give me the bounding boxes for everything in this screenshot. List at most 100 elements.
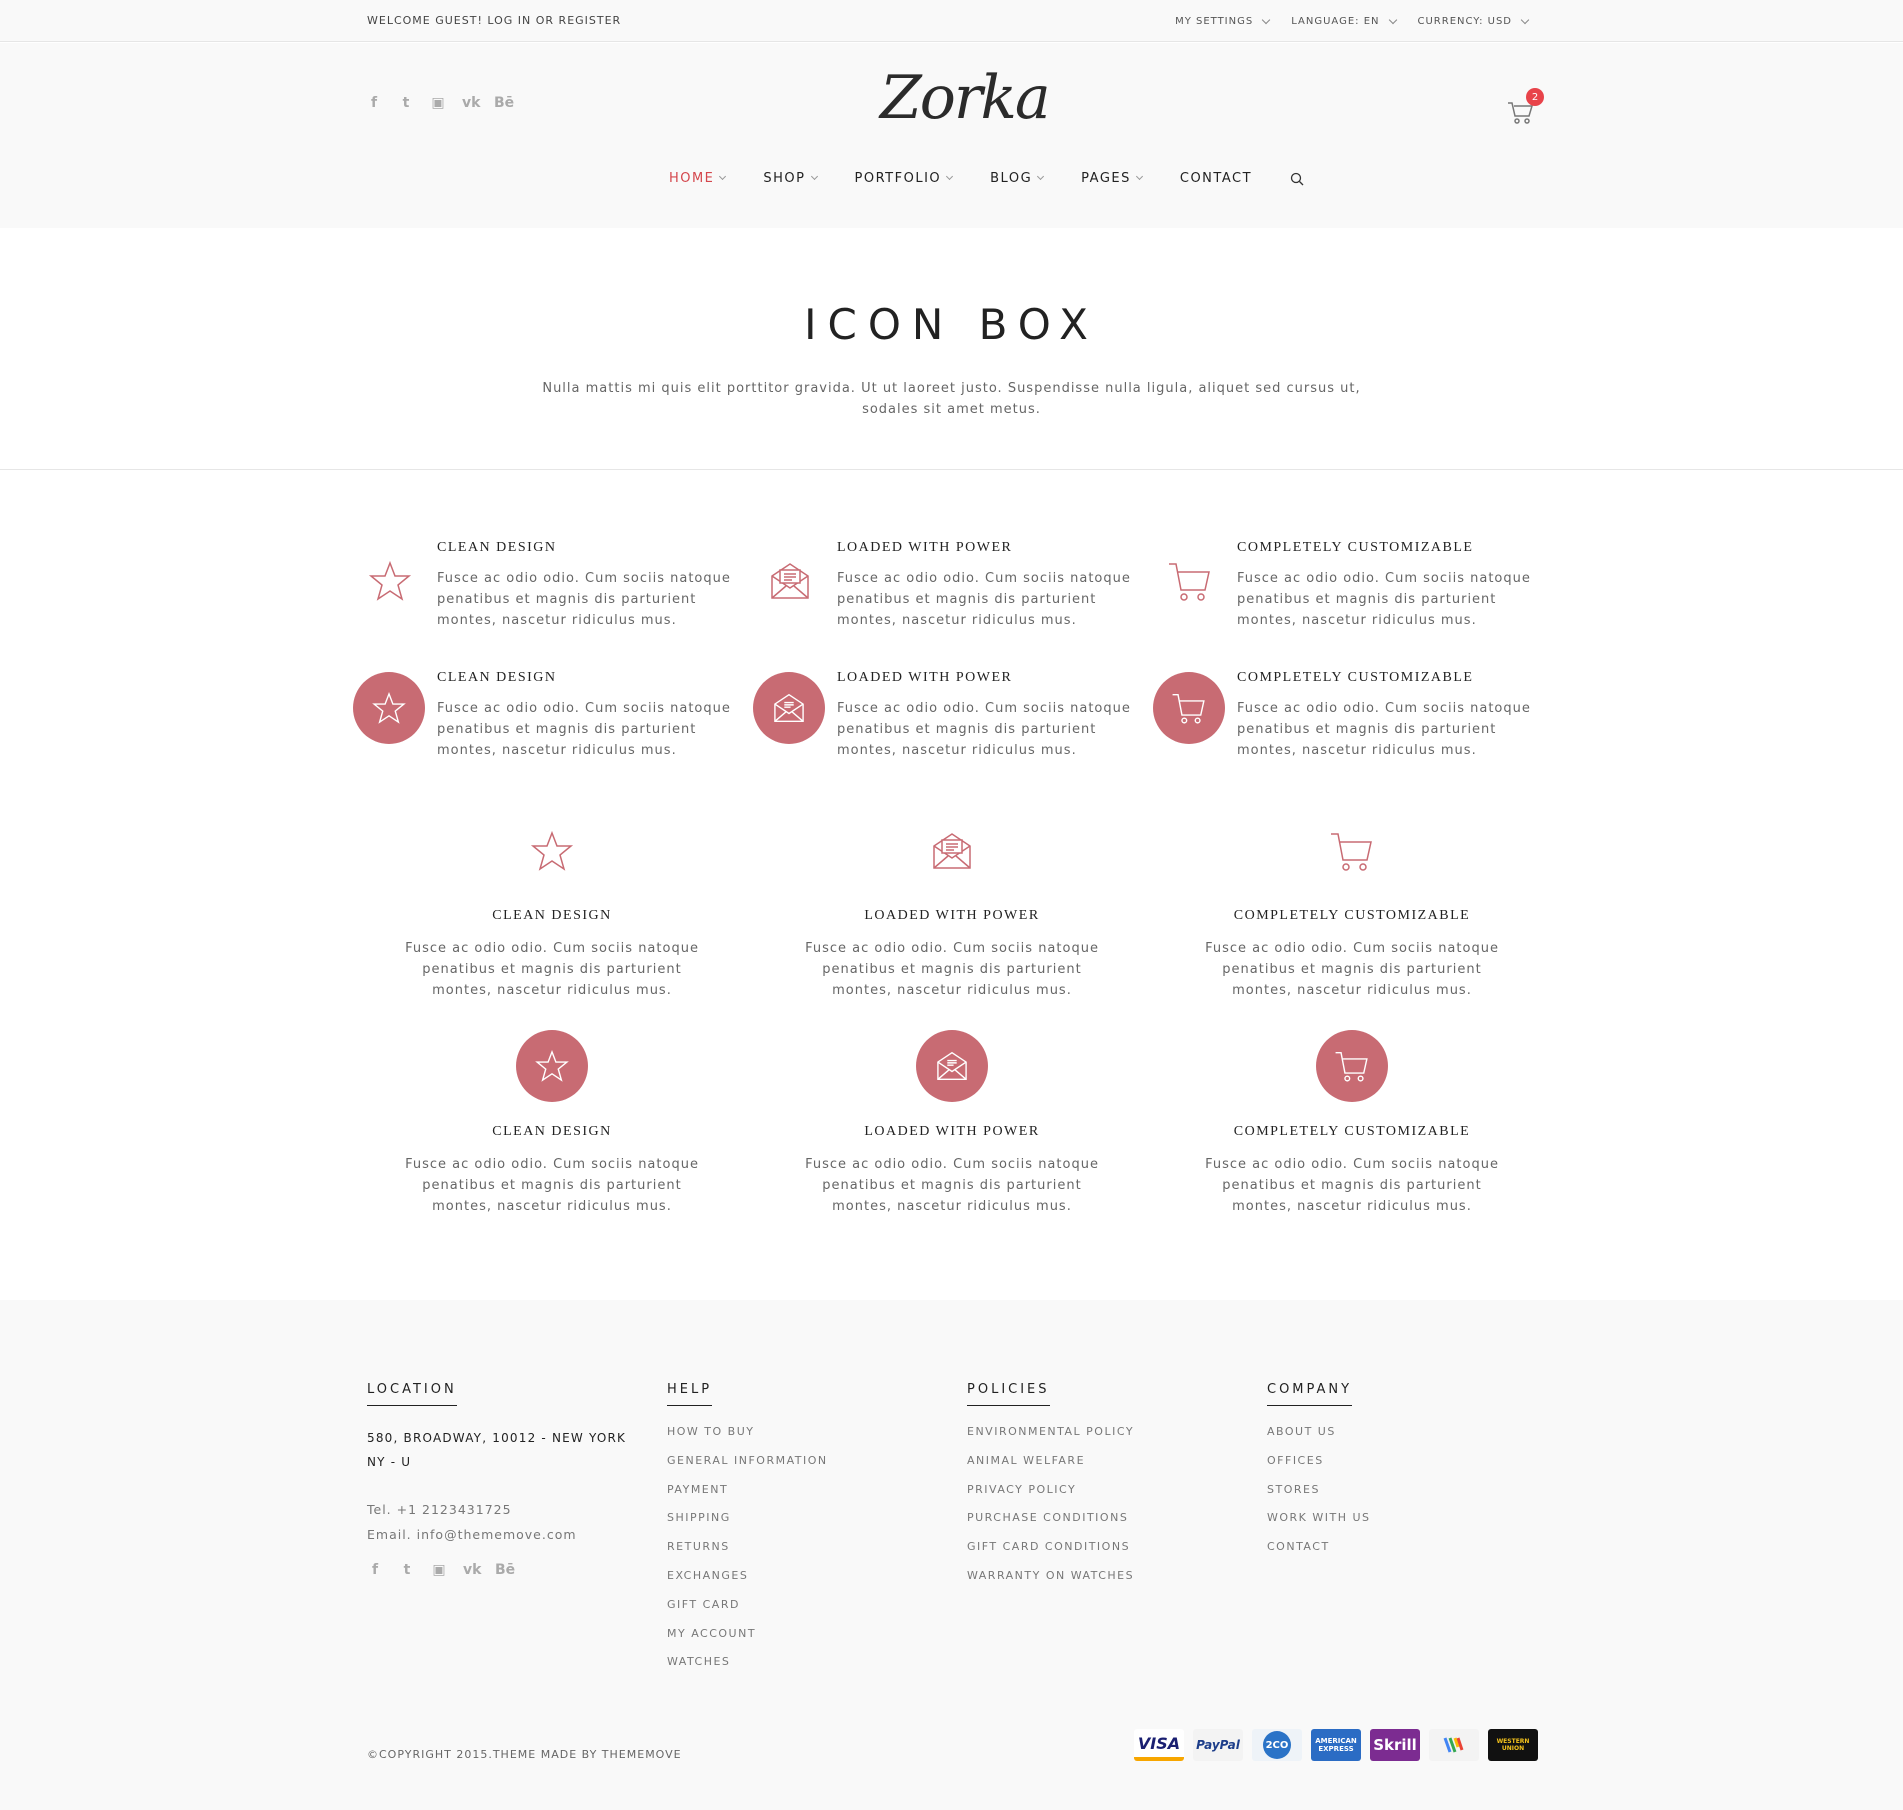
chevron-down-icon — [1261, 15, 1271, 24]
icon-box-text: Fusce ac odio odio. Cum sociis natoque p… — [1205, 1157, 1499, 1214]
footer-link[interactable]: MY ACCOUNT — [667, 1626, 828, 1655]
facebook-icon[interactable]: f — [367, 1562, 383, 1578]
site-footer: LOCATION 580, BROADWAY, 10012 - NEW YORK… — [0, 1300, 1903, 1810]
footer-link[interactable]: EXCHANGES — [667, 1568, 828, 1597]
icon-box-title: LOADED WITH POWER — [864, 1124, 1040, 1139]
icon-box-title: CLEAN DESIGN — [437, 670, 557, 685]
footer-link[interactable]: PAYMENT — [667, 1482, 828, 1511]
instagram-icon[interactable]: ▣ — [430, 95, 446, 111]
footer-link[interactable]: GENERAL INFORMATION — [667, 1453, 828, 1482]
chevron-down-icon — [1135, 172, 1143, 181]
icon-box-title: COMPLETELY CUSTOMIZABLE — [1237, 540, 1474, 555]
icon-box-completely-customizable: COMPLETELY CUSTOMIZABLE Fusce ac odio od… — [1182, 828, 1522, 1001]
footer-link[interactable]: PRIVACY POLICY — [967, 1482, 1134, 1511]
chevron-down-icon — [719, 172, 727, 181]
envelope-icon — [767, 558, 813, 604]
icon-box-completely-customizable: COMPLETELY CUSTOMIZABLE Fusce ac odio od… — [1182, 1030, 1522, 1217]
amex-icon: AMERICAN EXPRESS — [1311, 1729, 1361, 1761]
footer-link[interactable]: ANIMAL WELFARE — [967, 1453, 1134, 1482]
footer-heading: POLICIES — [967, 1382, 1050, 1406]
nav-item-blog[interactable]: BLOG — [990, 171, 1045, 186]
currency-dropdown[interactable]: CURRENCY: USD — [1418, 15, 1530, 27]
chevron-down-icon — [1037, 172, 1045, 181]
icon-box-clean-design: CLEAN DESIGN Fusce ac odio odio. Cum soc… — [382, 828, 722, 1001]
icon-box-text: Fusce ac odio odio. Cum sociis natoque p… — [437, 701, 731, 758]
icon-box-clean-design: CLEAN DESIGN Fusce ac odio odio. Cum soc… — [382, 1030, 722, 1217]
page-subtitle: Nulla mattis mi quis elit porttitor grav… — [542, 381, 1361, 417]
footer-link[interactable]: OFFICES — [1267, 1453, 1371, 1482]
nav-item-shop[interactable]: SHOP — [763, 171, 818, 186]
icon-box-title: LOADED WITH POWER — [837, 670, 1013, 685]
footer-link[interactable]: HOW TO BUY — [667, 1424, 828, 1453]
footer-link[interactable]: WARRANTY ON WATCHES — [967, 1568, 1134, 1597]
footer-address: 580, BROADWAY, 10012 - NEW YORK NY - U — [367, 1431, 627, 1469]
footer-link[interactable]: PURCHASE CONDITIONS — [967, 1510, 1134, 1539]
nav-item-home[interactable]: HOME — [669, 171, 727, 186]
vk-icon[interactable]: vk — [462, 95, 480, 111]
icon-box-title: CLEAN DESIGN — [437, 540, 557, 555]
footer-policies: POLICIES ENVIRONMENTAL POLICY ANIMAL WEL… — [967, 1378, 1134, 1597]
footer-link[interactable]: GIFT CARD — [667, 1597, 828, 1626]
behance-icon[interactable]: Bē — [495, 1562, 515, 1578]
footer-link[interactable]: CONTACT — [1267, 1539, 1371, 1568]
welcome-text[interactable]: WELCOME GUEST! LOG IN OR REGISTER — [367, 14, 621, 27]
footer-link[interactable]: STORES — [1267, 1482, 1371, 1511]
footer-heading: LOCATION — [367, 1382, 457, 1406]
cart-icon — [1316, 1030, 1388, 1102]
envelope-icon — [753, 672, 825, 744]
cart-button[interactable]: 2 — [1506, 88, 1544, 127]
icon-box-title: CLEAN DESIGN — [492, 908, 612, 923]
top-settings: MY SETTINGS LANGUAGE: EN CURRENCY: USD — [1175, 15, 1530, 27]
footer-link[interactable]: WATCHES — [667, 1654, 828, 1683]
my-settings-dropdown[interactable]: MY SETTINGS — [1175, 15, 1271, 27]
twitter-icon[interactable]: t — [399, 1562, 415, 1578]
visa-icon: VISA — [1134, 1729, 1184, 1761]
star-icon — [516, 1030, 588, 1102]
cart-icon — [1331, 833, 1372, 871]
chevron-down-icon — [810, 172, 818, 181]
icon-box-title: CLEAN DESIGN — [492, 1124, 612, 1139]
nav-item-portfolio[interactable]: PORTFOLIO — [855, 171, 954, 186]
behance-icon[interactable]: Bē — [494, 95, 514, 111]
icon-box-text: Fusce ac odio odio. Cum sociis natoque p… — [405, 1157, 699, 1214]
icon-box-text: Fusce ac odio odio. Cum sociis natoque p… — [1237, 701, 1531, 758]
footer-link[interactable]: WORK WITH US — [1267, 1510, 1371, 1539]
icon-box-title: COMPLETELY CUSTOMIZABLE — [1237, 670, 1474, 685]
vk-icon[interactable]: vk — [463, 1562, 481, 1578]
footer-help: HELP HOW TO BUY GENERAL INFORMATION PAYM… — [667, 1378, 828, 1683]
icon-box-text: Fusce ac odio odio. Cum sociis natoque p… — [1237, 571, 1531, 628]
site-header: f t ▣ vk Bē Zorka 2 HOME SHOP PORTFOLIO … — [0, 43, 1903, 228]
instagram-icon[interactable]: ▣ — [431, 1562, 447, 1578]
icon-box-loaded-with-power: LOADED WITH POWER Fusce ac odio odio. Cu… — [782, 1030, 1122, 1217]
footer-link[interactable]: GIFT CARD CONDITIONS — [967, 1539, 1134, 1568]
footer-link[interactable]: ENVIRONMENTAL POLICY — [967, 1424, 1134, 1453]
twitter-icon[interactable]: t — [398, 95, 414, 111]
search-button[interactable] — [1290, 172, 1304, 186]
cart-count-badge: 2 — [1526, 88, 1544, 106]
facebook-icon[interactable]: f — [366, 95, 382, 111]
site-logo[interactable]: Zorka — [880, 63, 1051, 133]
chevron-down-icon — [946, 172, 954, 181]
icon-box-text: Fusce ac odio odio. Cum sociis natoque p… — [1205, 941, 1499, 998]
language-dropdown[interactable]: LANGUAGE: EN — [1291, 15, 1397, 27]
footer-link[interactable]: ABOUT US — [1267, 1424, 1371, 1453]
cart-icon — [1153, 672, 1225, 744]
footer-link[interactable]: SHIPPING — [667, 1510, 828, 1539]
paypal-icon: PayPal — [1193, 1729, 1243, 1761]
footer-link[interactable]: RETURNS — [667, 1539, 828, 1568]
main-nav: HOME SHOP PORTFOLIO BLOG PAGES CONTACT — [0, 171, 1903, 186]
icon-box-text: Fusce ac odio odio. Cum sociis natoque p… — [437, 571, 731, 628]
copyright-text: ©COPYRIGHT 2015.THEME MADE BY THEMEMOVE — [367, 1748, 682, 1761]
page-title: ICON BOX — [804, 300, 1099, 349]
footer-social-links: f t ▣ vk Bē — [367, 1562, 637, 1578]
nav-item-pages[interactable]: PAGES — [1081, 171, 1143, 186]
header-social-links: f t ▣ vk Bē — [366, 95, 514, 111]
icon-box-text: Fusce ac odio odio. Cum sociis natoque p… — [405, 941, 699, 998]
cart-icon — [1167, 558, 1213, 604]
icon-box-text: Fusce ac odio odio. Cum sociis natoque p… — [837, 571, 1131, 628]
search-icon — [1290, 172, 1304, 185]
section-divider — [0, 469, 1903, 470]
nav-item-contact[interactable]: CONTACT — [1180, 171, 1252, 186]
icon-box-text: Fusce ac odio odio. Cum sociis natoque p… — [837, 701, 1131, 758]
footer-email[interactable]: Email. info@thememove.com — [367, 1527, 637, 1542]
